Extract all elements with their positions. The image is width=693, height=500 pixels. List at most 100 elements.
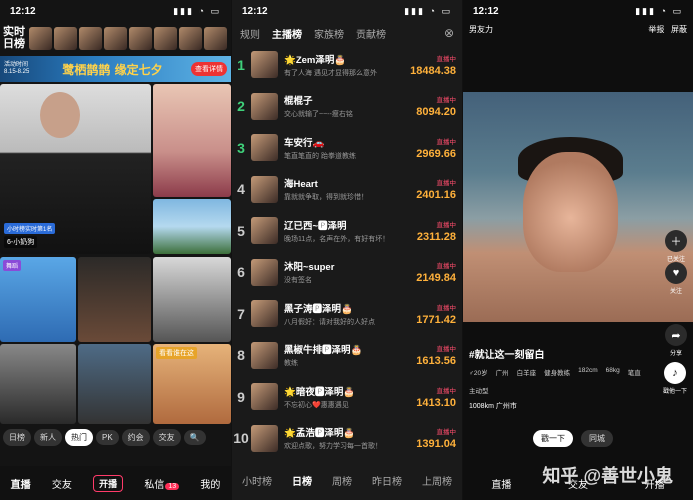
anchor-name: 黑椒牛排🅿泽明🎂 — [284, 345, 363, 357]
nav-me[interactable]: 我的 — [200, 476, 220, 491]
avatar[interactable] — [104, 26, 127, 50]
banner-time: 活动时间 8.15-8.25 — [4, 62, 30, 75]
info-tag: ♂20岁 — [469, 370, 488, 377]
avatar[interactable] — [251, 175, 278, 203]
stream-tile[interactable] — [153, 257, 231, 342]
search-icon[interactable]: 🔍 — [183, 430, 206, 445]
report-button[interactable]: 举报 — [648, 25, 664, 34]
ranking-row[interactable]: 6 沐阳~super 没有签名 直播中 2149.84 — [232, 252, 462, 294]
tab-hour[interactable]: 小时榜 — [242, 473, 272, 488]
ranking-row[interactable]: 2 棍棍子 交心就输了~~--瘦右铭 直播中 8094.20 — [232, 86, 462, 128]
unread-badge: 13 — [165, 482, 180, 490]
rules-link[interactable]: 规则 — [240, 26, 260, 41]
category-tab[interactable]: 日榜 — [3, 429, 31, 446]
avatar[interactable] — [154, 26, 177, 50]
video-panel: 12:12 ▮▮▮ ◔ ▭ 男友力 举报 屏蔽 ＋已关注 ♥ 关注 ➦ 分享 ♪ 戳他一… — [463, 0, 693, 500]
avatar[interactable] — [29, 26, 52, 50]
stream-tile[interactable]: 小时榜实时第1名 6-小奶狗 — [0, 84, 151, 254]
anchor-name: 🌟Zem泽明🎂 — [284, 54, 347, 66]
info-tag: 笔直 — [627, 370, 641, 377]
like-button[interactable]: ♥ 关注 — [665, 262, 687, 295]
score-value: 18484.38 — [410, 64, 456, 77]
poke-chip[interactable]: 戳一下 — [533, 430, 573, 447]
stream-grid: 小时榜实时第1名 6-小奶狗 舞蹈 看看谁在这 — [0, 84, 231, 424]
stream-tag: 看看谁在这 — [156, 347, 197, 359]
tab-day[interactable]: 日榜 — [292, 473, 312, 488]
nav-open[interactable]: 开播 — [93, 474, 124, 492]
avatar[interactable] — [251, 383, 278, 411]
stream-tile[interactable] — [0, 344, 76, 424]
avatar[interactable] — [251, 51, 278, 79]
ranking-row[interactable]: 1 🌟Zem泽明🎂 有了人海 遇见才显得那么意外 直播中 18484.38 — [232, 44, 462, 86]
avatar[interactable] — [79, 26, 102, 50]
event-banner[interactable]: 活动时间 8.15-8.25 鹭栖鹊鹊 缘定七夕 查看详情 — [0, 56, 231, 82]
anchor-name: 黑子涛🅿泽明🎂 — [284, 303, 353, 315]
avatar[interactable] — [251, 217, 278, 245]
share-button[interactable]: ➦ 分享 — [665, 324, 687, 357]
nav-live[interactable]: 直播 — [491, 476, 511, 491]
avatar[interactable] — [204, 26, 227, 50]
avatar[interactable] — [54, 26, 77, 50]
category-tab[interactable]: 新人 — [34, 429, 62, 446]
ranking-row[interactable]: 8 黑椒牛排🅿泽明🎂 教练 直播中 1613.56 — [232, 335, 462, 377]
score-value: 1391.04 — [416, 438, 456, 451]
tab-contribution[interactable]: 贡献榜 — [356, 26, 386, 41]
profile-tags: ♂20岁 广州 白羊座 健身教练 182cm 68kg 笔直 主动型 — [469, 367, 659, 395]
stream-tile[interactable] — [78, 344, 151, 424]
anchor-signature: 有了人海 遇见才显得那么意外 — [284, 69, 377, 77]
ranking-row[interactable]: 9 🌟暗夜🅿泽明🎂 不忘初心❤️惠惠遇见 直播中 1413.10 — [232, 376, 462, 418]
avatar[interactable] — [251, 341, 278, 369]
tab-last-week[interactable]: 上周榜 — [422, 473, 452, 488]
block-button[interactable]: 屏蔽 — [671, 25, 687, 34]
live-status: 直播中 — [436, 263, 457, 271]
tab-yesterday[interactable]: 昨日榜 — [372, 473, 402, 488]
ranking-row[interactable]: 10 🌟孟浩🅿泽明🎂 欢迎点歌，努力学习每一首歌！ 直播中 1391.04 — [232, 418, 462, 460]
video-player[interactable] — [463, 92, 693, 322]
avatar[interactable] — [179, 26, 202, 50]
rank-period-nav: 小时榜 日榜 周榜 昨日榜 上周榜 — [232, 460, 462, 500]
avatar[interactable] — [251, 258, 278, 286]
stream-tile[interactable] — [153, 84, 231, 197]
ranking-row[interactable]: 7 黑子涛🅿泽明🎂 八月假好：请对我好的人好点 直播中 1771.42 — [232, 293, 462, 335]
nav-messages[interactable]: 私信 13 — [144, 476, 180, 491]
tab-anchor[interactable]: 主播榜 — [272, 26, 302, 41]
category-tab[interactable]: PK — [96, 430, 119, 445]
stream-tile[interactable]: 看看谁在这 — [153, 344, 231, 424]
banner-button[interactable]: 查看详情 — [191, 62, 227, 76]
nav-live[interactable]: 直播 — [11, 476, 31, 491]
tab-week[interactable]: 周榜 — [332, 473, 352, 488]
ranking-row[interactable]: 4 海Heart 靠就就争取，得到就珍惜！ 直播中 2401.16 — [232, 169, 462, 211]
status-icons: ▮▮▮ ◔ ▭ — [635, 5, 683, 16]
anchor-signature: 靠就就争取，得到就珍惜！ — [284, 194, 368, 202]
category-tab[interactable]: 约会 — [121, 429, 150, 446]
stream-tile[interactable] — [153, 199, 231, 254]
banner-title: 鹭栖鹊鹊 缘定七夕 — [62, 62, 163, 77]
stream-tile[interactable] — [78, 257, 151, 342]
ranking-row[interactable]: 5 辽已西~🅿泽明 晚场11点，名声在外，有好有坏！ 直播中 2311.28 — [232, 210, 462, 252]
avatar[interactable] — [129, 26, 152, 50]
category-tab[interactable]: 热门 — [65, 429, 93, 446]
info-tag: 68kg — [605, 367, 620, 374]
follow-button[interactable]: ＋已关注 — [665, 230, 687, 263]
anchor-name: 沐阳~super — [284, 262, 335, 274]
category-tab[interactable]: 交友 — [152, 429, 181, 446]
nav-social[interactable]: 交友 — [52, 476, 72, 491]
nearby-chip[interactable]: 同城 — [581, 430, 613, 447]
avatar[interactable] — [251, 424, 278, 452]
avatar[interactable] — [251, 300, 278, 328]
stream-tag: 舞蹈 — [3, 260, 22, 271]
close-icon[interactable]: ⊗ — [444, 26, 454, 40]
avatar[interactable] — [251, 92, 278, 120]
category-tabs: 日榜 新人 热门 PK 约会 交友 🔍 — [3, 429, 228, 446]
daily-rank-title[interactable]: 实时日榜 — [3, 26, 27, 50]
location-text: 1008km 广州市 — [469, 403, 517, 410]
ranking-row[interactable]: 3 车安行🚗 笔直笔直的 跆拳道教练 直播中 2969.66 — [232, 127, 462, 169]
poke-button[interactable]: ♪ 戳他一下 — [663, 362, 687, 395]
live-status: 直播中 — [436, 180, 457, 188]
stream-tile[interactable]: 舞蹈 — [0, 257, 76, 342]
score-value: 2969.66 — [416, 147, 456, 160]
live-status: 直播中 — [436, 138, 457, 146]
tab-family[interactable]: 家族榜 — [314, 26, 344, 41]
live-status: 直播中 — [436, 97, 457, 105]
avatar[interactable] — [251, 134, 278, 162]
